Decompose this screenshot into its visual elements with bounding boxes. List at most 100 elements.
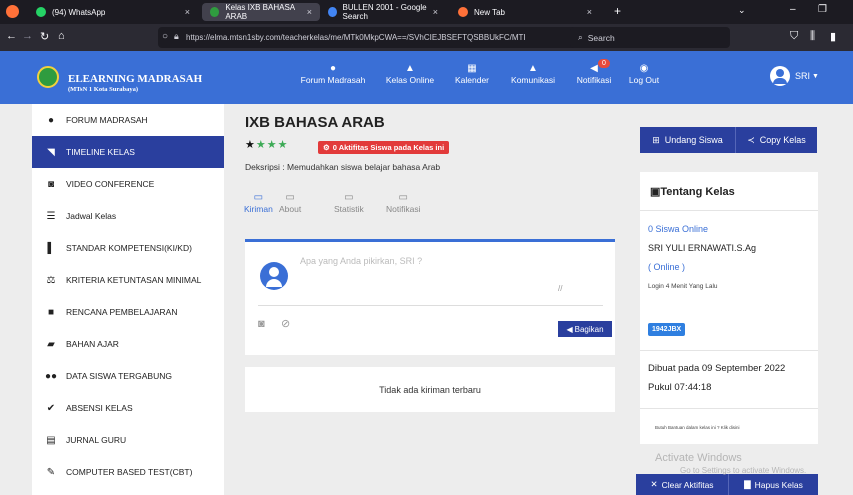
tab-kelas[interactable]: Kelas IXB BAHASA ARAB × (202, 3, 320, 21)
power-icon: ◉ (639, 63, 649, 74)
star-icon: ★ (245, 139, 256, 151)
url-text: https://elma.mtsn1sby.com/teacherkelas/m… (186, 33, 526, 42)
brand-subtitle: (MTsN 1 Kota Surabaya) (68, 86, 139, 93)
pocket-icon[interactable]: ⛉ (790, 30, 798, 43)
sidebar-item-label: JURNAL GURU (66, 435, 127, 445)
sidebar-item-label: Jadwal Kelas (66, 211, 117, 221)
sidebar-item-rencana-pembelajaran[interactable]: ■ RENCANA PEMBELAJARAN (32, 296, 224, 328)
library-icon[interactable]: ⫼ (810, 30, 815, 43)
tab-kiriman[interactable]: ▭ Kiriman (244, 192, 273, 214)
camera-icon[interactable]: ◙ (258, 318, 265, 330)
minimize-icon[interactable]: – (790, 4, 796, 15)
new-tab-button[interactable]: + (614, 4, 621, 18)
tab-google-search[interactable]: BULLEN 2001 - Google Search × (320, 3, 446, 21)
user-avatar-icon (260, 262, 288, 290)
times-icon: ✕ (650, 479, 658, 489)
clear-label: Clear Aktifitas (661, 479, 714, 490)
list-tabs-icon[interactable]: ⌄ (738, 5, 746, 16)
sidebar-item-cbt[interactable]: ✎ COMPUTER BASED TEST(CBT) (32, 456, 224, 488)
sidebar-item-label: COMPUTER BASED TEST(CBT) (66, 467, 193, 477)
sidebar-item-video-conference[interactable]: ◙ VIDEO CONFERENCE (32, 168, 224, 200)
tab-new-tab[interactable]: New Tab × (450, 3, 600, 21)
invite-label: Undang Siswa (664, 135, 723, 145)
tab-whatsapp[interactable]: (94) WhatsApp × (28, 3, 198, 21)
activate-windows-title: Activate Windows (655, 452, 742, 464)
user-menu[interactable]: SRI ▼ (770, 66, 819, 86)
activity-badge-label: 0 Aktifitas Siswa pada Kelas ini (332, 143, 445, 152)
sidebar-item-standar-kompetensi[interactable]: ▌ STANDAR KOMPETENSI(KI/KD) (32, 232, 224, 264)
browser-tab-strip: (94) WhatsApp × Kelas IXB BAHASA ARAB × … (0, 0, 853, 24)
close-tab-icon[interactable]: × (185, 7, 190, 17)
help-link[interactable]: Butuh Bantuan dalam kelas ini ? Klik dis… (655, 425, 740, 430)
class-rating: ★★★★ (245, 138, 289, 151)
sidebar-item-absensi-kelas[interactable]: ✔ ABSENSI KELAS (32, 392, 224, 424)
search-bar[interactable]: ⌕ Search (570, 27, 730, 48)
tab-statistik[interactable]: ▭ Statistik (334, 192, 364, 214)
tab-label: Statistik (334, 204, 364, 214)
calendar-icon: ▦ (467, 63, 477, 74)
graduation-cap-icon: ▲ (405, 63, 415, 74)
tab-notifikasi[interactable]: ▭ Notifikasi (386, 192, 420, 214)
shield-icon[interactable]: ○ (162, 31, 168, 42)
clear-activity-button[interactable]: ✕ Clear Aktifitas (636, 474, 728, 495)
sidebar-item-kriteria-ketuntasan[interactable]: ⚖ KRITERIA KETUNTASAN MINIMAL (32, 264, 224, 296)
close-tab-icon[interactable]: × (587, 7, 592, 17)
sidebar-icon[interactable]: ▮ (830, 30, 836, 43)
nav-log-out[interactable]: ◉ Log Out (626, 63, 662, 85)
camera-icon: ◙ (47, 178, 55, 190)
sidebar-item-bahan-ajar[interactable]: ▰ BAHAN AJAR (32, 328, 224, 360)
close-tab-icon[interactable]: × (433, 7, 438, 17)
nav-label: Notifikasi (576, 75, 612, 85)
lock-icon[interactable]: 🔒︎ (174, 31, 179, 42)
about-class-card (640, 172, 818, 444)
nav-label: Log Out (628, 75, 660, 85)
sidebar-item-label: STANDAR KOMPETENSI(KI/KD) (66, 243, 192, 253)
nav-forum-madrasah[interactable]: ● Forum Madrasah (298, 63, 368, 85)
back-icon[interactable]: ← (6, 30, 17, 42)
notification-count-badge: 0 (598, 59, 610, 68)
forward-icon[interactable]: → (22, 30, 33, 42)
reload-icon[interactable]: ↻ (40, 30, 49, 43)
calendar-icon: ▭ (398, 192, 408, 203)
copy-class-button[interactable]: ≺ Copy Kelas (735, 127, 817, 153)
firefox-icon[interactable] (6, 5, 19, 18)
online-count[interactable]: 0 Siswa Online (648, 224, 708, 234)
nav-kelas-online[interactable]: ▲ Kelas Online (382, 63, 438, 85)
home-icon[interactable]: ⌂ (58, 30, 65, 42)
maximize-icon[interactable]: ❐ (818, 4, 827, 15)
link-icon[interactable]: ⊘ (281, 317, 290, 330)
nav-komunikasi[interactable]: ▲ Komunikasi (506, 63, 560, 85)
sidebar-item-jadwal-kelas[interactable]: ☰ Jadwal Kelas (32, 200, 224, 232)
tab-about[interactable]: ▭ About (279, 192, 301, 214)
sidebar-item-data-siswa[interactable]: ●● DATA SISWA TERGABUNG (32, 360, 224, 392)
share-button[interactable]: ◀ Bagikan (558, 321, 612, 337)
sidebar-item-label: FORUM MADRASAH (66, 115, 148, 125)
list-icon: ☰ (46, 210, 56, 222)
tab-label: (94) WhatsApp (52, 7, 106, 17)
nav-kalender[interactable]: ▦ Kalender (452, 63, 492, 85)
madrasah-favicon (210, 7, 220, 17)
bell-icon: ▲ (528, 63, 538, 74)
class-description: Deksripsi : Memudahkan siswa belajar bah… (245, 162, 441, 172)
brand-title[interactable]: ELEARNING MADRASAH (68, 73, 202, 85)
sidebar-item-label: VIDEO CONFERENCE (66, 179, 155, 189)
tab-label: BULLEN 2001 - Google Search (342, 3, 427, 21)
nav-label: Kelas Online (385, 75, 435, 85)
share-icon: ≺ (747, 134, 755, 145)
sidebar-item-label: RENCANA PEMBELAJARAN (66, 307, 178, 317)
teacher-status: ( Online ) (648, 262, 686, 272)
whatsapp-icon (36, 7, 46, 17)
tab-label: Kiriman (244, 204, 273, 214)
sidebar-item-forum-madrasah[interactable]: ● FORUM MADRASAH (32, 104, 224, 136)
invite-student-button[interactable]: ⊞ Undang Siswa (640, 127, 735, 153)
edit-icon: ✎ (46, 466, 56, 478)
sidebar-item-jurnal-guru[interactable]: ▤ JURNAL GURU (32, 424, 224, 456)
browser-toolbar: ← → ↻ ⌂ ○ 🔒︎ https://elma.mtsn1sby.com/t… (0, 24, 853, 51)
delete-class-button[interactable]: ▇ Hapus Kelas (728, 474, 818, 495)
resize-handle-icon[interactable]: // (558, 284, 562, 293)
sidebar-item-timeline-kelas[interactable]: ◥ TIMELINE KELAS (32, 136, 224, 168)
url-bar[interactable]: ○ 🔒︎ https://elma.mtsn1sby.com/teacherke… (158, 27, 608, 48)
close-tab-icon[interactable]: × (307, 7, 312, 17)
activate-windows-subtitle: Go to Settings to activate Windows. (680, 466, 807, 475)
post-input[interactable]: Apa yang Anda pikirkan, SRI ? (300, 256, 570, 294)
